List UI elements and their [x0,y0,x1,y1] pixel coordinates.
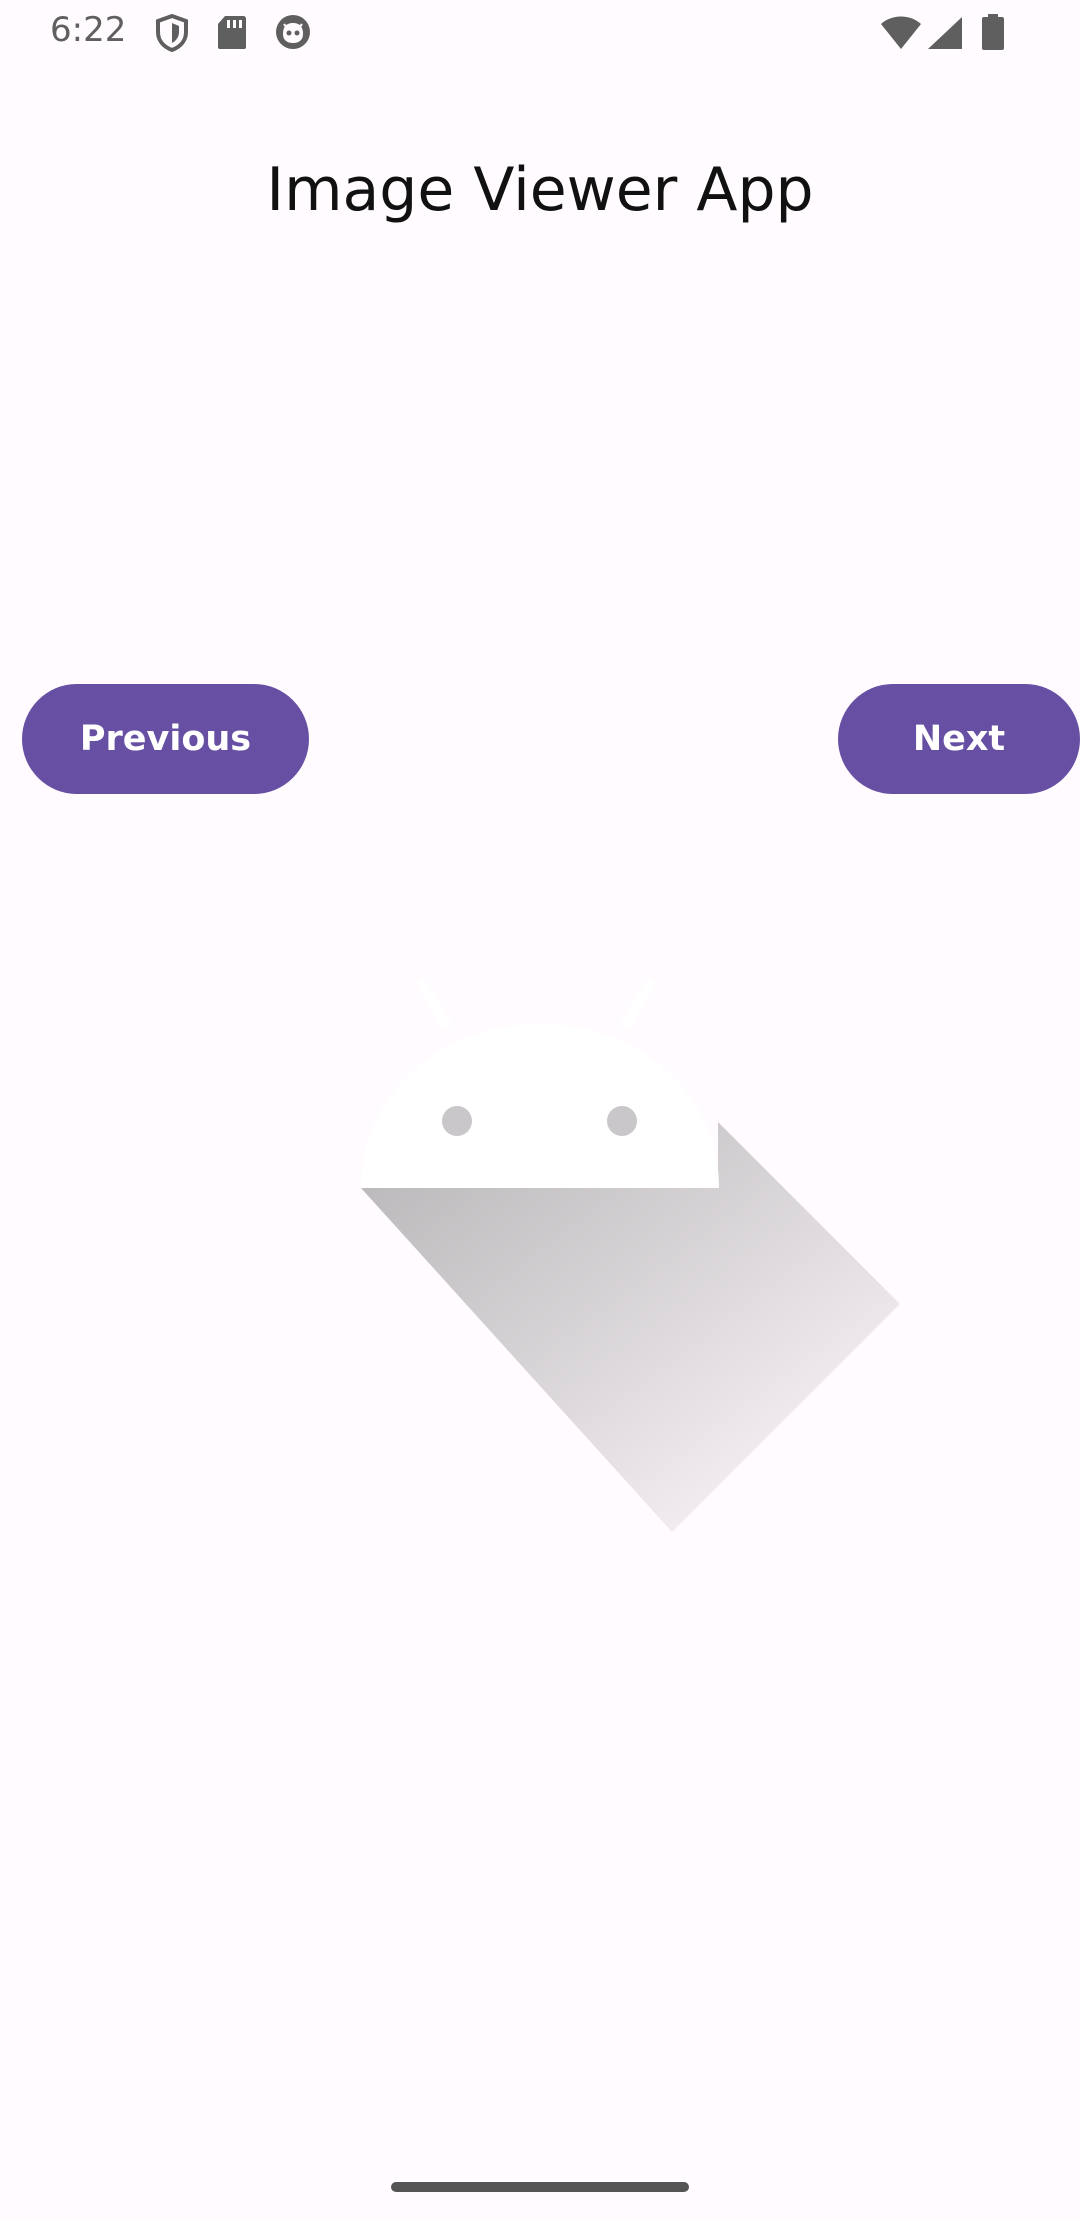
status-time: 6:22 [50,10,127,50]
notification-face-icon [275,14,311,55]
shield-icon [155,13,189,57]
image-view [300,950,900,1550]
android-logo-icon [361,979,900,1532]
status-bar: 6:22 [0,0,1080,66]
previous-button[interactable]: Previous [22,684,309,794]
sd-card-icon [217,14,247,55]
battery-icon [981,13,1005,56]
signal-icon [927,16,963,55]
next-button[interactable]: Next [838,684,1080,794]
wifi-icon [880,16,922,55]
gesture-nav-handle[interactable] [391,2182,689,2192]
page-title: Image Viewer App [266,155,814,225]
